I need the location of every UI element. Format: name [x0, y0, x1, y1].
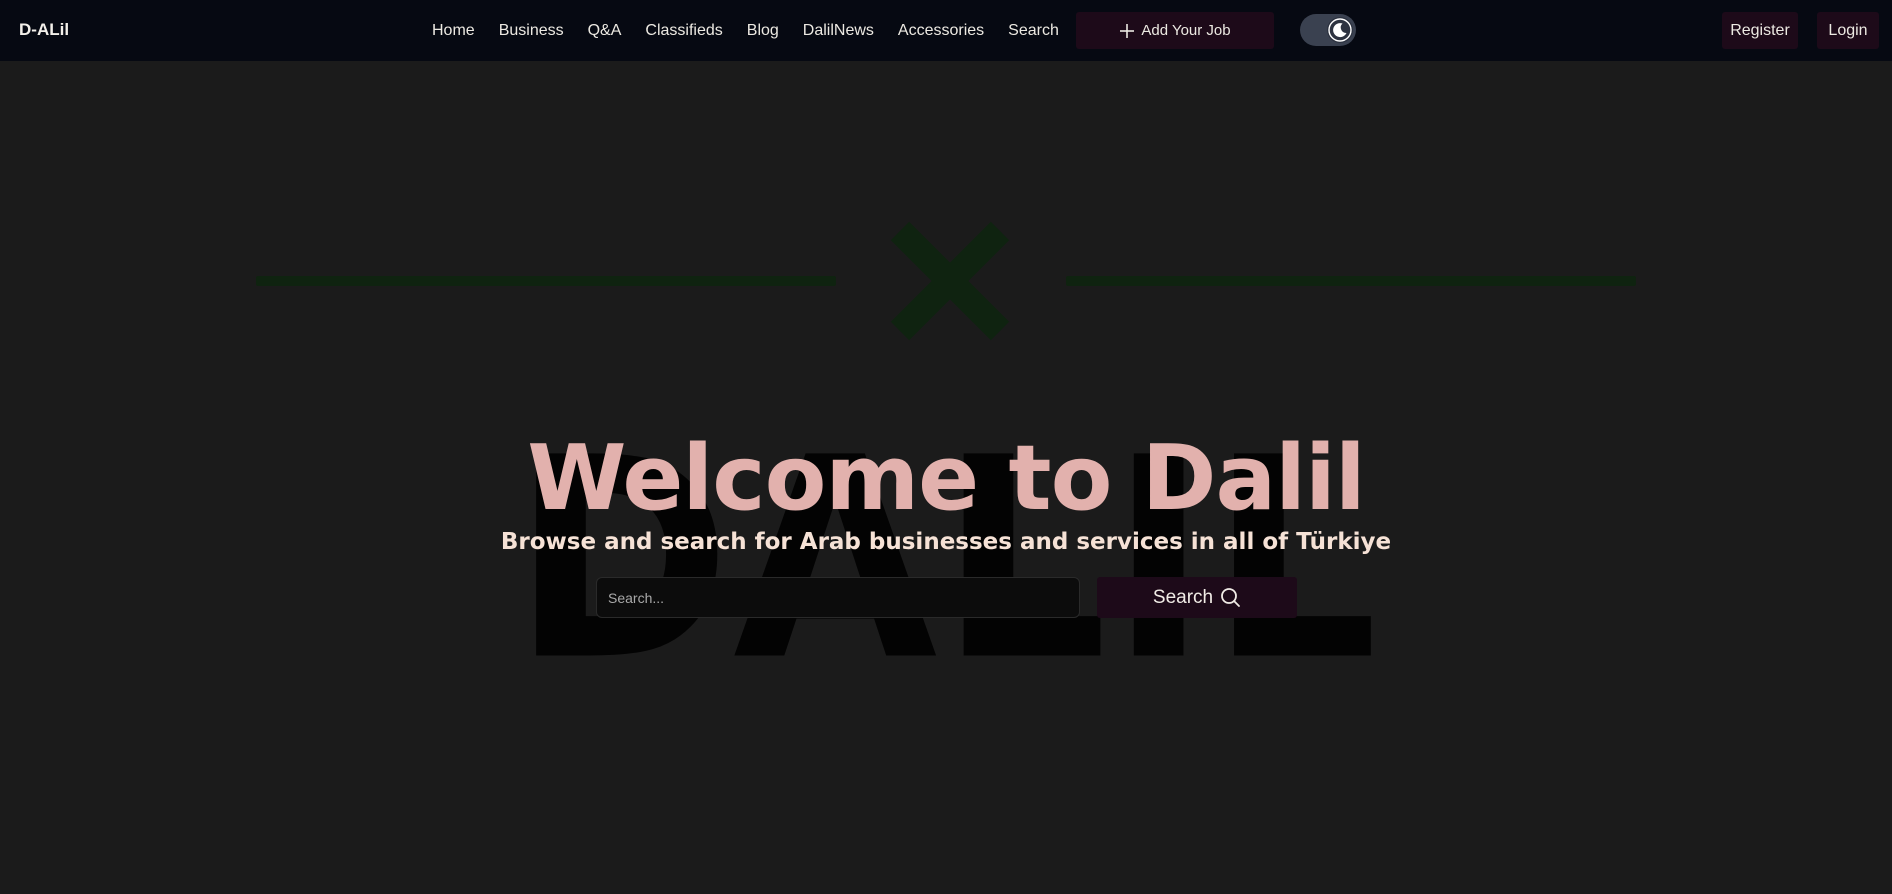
- close-x-icon: [890, 221, 1010, 341]
- plus-icon: [1120, 23, 1135, 38]
- nav-link-classifieds[interactable]: Classifieds: [633, 22, 734, 40]
- add-your-job-label: Add Your Job: [1141, 22, 1231, 39]
- toggle-knob: [1327, 17, 1353, 43]
- nav-link-accessories[interactable]: Accessories: [886, 22, 996, 40]
- search-icon: [1221, 587, 1240, 607]
- top-navbar: D-ALil Home Business Q&A Classifieds Blo…: [0, 0, 1892, 61]
- hero-title: Welcome to Dalil: [527, 426, 1365, 531]
- brand-logo[interactable]: D-ALil: [19, 18, 69, 42]
- hero-subtitle: Browse and search for Arab businesses an…: [500, 529, 1392, 555]
- decorative-line-left: [256, 276, 836, 286]
- search-button[interactable]: Search: [1097, 577, 1297, 618]
- decorative-line-right: [1066, 276, 1636, 286]
- nav-link-blog[interactable]: Blog: [735, 22, 791, 40]
- search-input[interactable]: [596, 577, 1080, 618]
- login-button[interactable]: Login: [1817, 12, 1879, 49]
- nav-link-home[interactable]: Home: [420, 22, 487, 40]
- nav-link-search[interactable]: Search: [996, 22, 1071, 40]
- nav-link-dalilnews[interactable]: DalilNews: [791, 22, 886, 40]
- search-button-label: Search: [1152, 586, 1214, 608]
- register-button[interactable]: Register: [1722, 12, 1798, 49]
- nav-links: Home Business Q&A Classifieds Blog Dalil…: [420, 0, 1071, 61]
- theme-toggle[interactable]: [1300, 14, 1356, 46]
- hero-section: DALIL Welcome to Dalil Browse and search…: [0, 61, 1892, 894]
- add-your-job-button[interactable]: Add Your Job: [1076, 12, 1274, 49]
- nav-link-qa[interactable]: Q&A: [576, 22, 634, 40]
- moon-icon: [1328, 18, 1352, 42]
- nav-link-business[interactable]: Business: [487, 22, 576, 40]
